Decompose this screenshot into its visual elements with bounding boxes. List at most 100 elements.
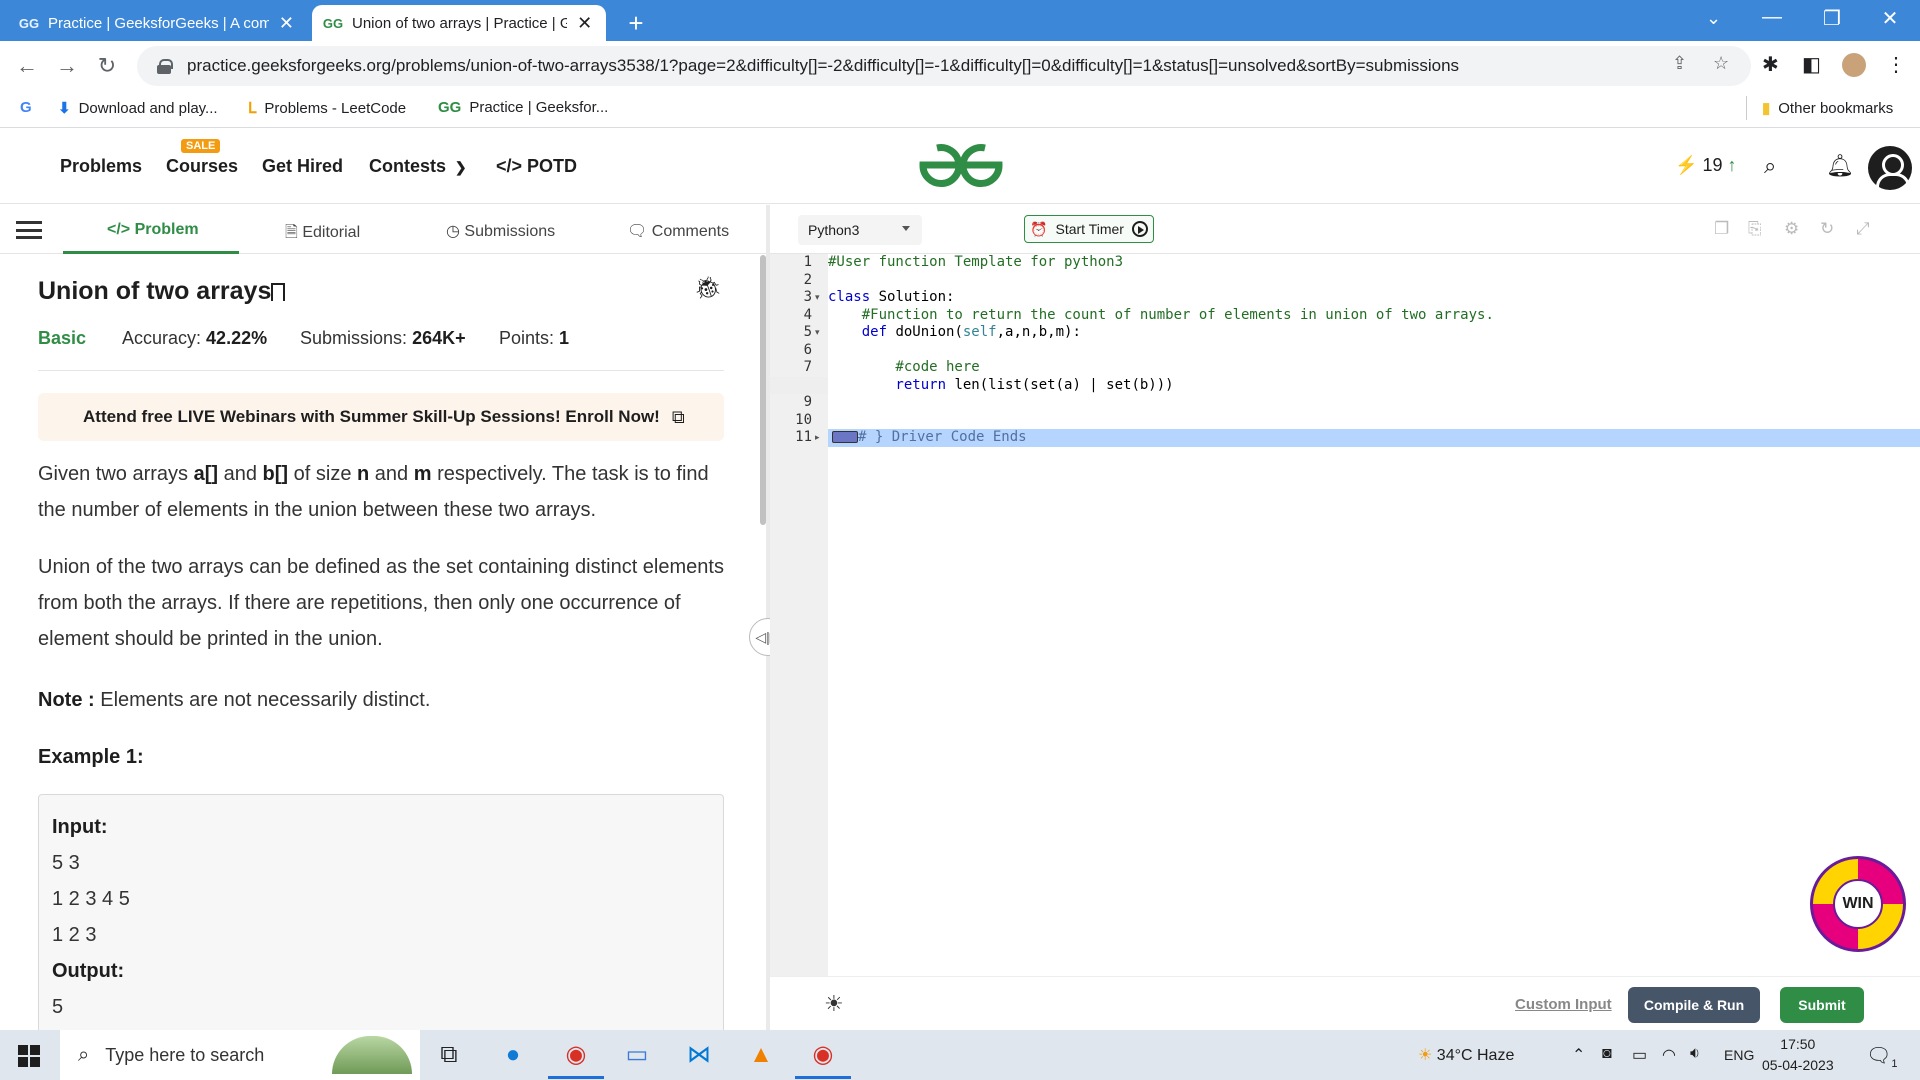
search-icon[interactable]: ⌕: [1764, 153, 1776, 179]
tab-comments[interactable]: 🗨 Comments: [627, 221, 729, 241]
paste-icon[interactable]: ⎘: [1748, 219, 1762, 239]
start-timer-button[interactable]: ⏰ Start Timer: [1024, 215, 1154, 243]
fold-arrow-icon[interactable]: ▸: [815, 429, 820, 447]
line-number: 9: [803, 394, 812, 410]
submit-button[interactable]: Submit: [1780, 987, 1864, 1023]
bookmark-gfg[interactable]: GG Practice | Geeksfor...: [438, 99, 608, 116]
bell-icon[interactable]: 🔔︎: [1826, 153, 1854, 179]
nav-potd[interactable]: </> POTD: [496, 156, 577, 177]
folded-code-icon[interactable]: [832, 431, 858, 443]
close-icon[interactable]: ✕: [575, 13, 594, 34]
close-icon[interactable]: ✕: [277, 13, 296, 34]
code-comment: #User function Template for python3: [828, 254, 1124, 270]
user-avatar[interactable]: [1868, 146, 1912, 190]
browser-tab-practice[interactable]: GG Practice | GeeksforGeeks | A com ✕: [8, 5, 308, 41]
sun-icon: ☀: [1418, 1047, 1433, 1064]
taskbar: ⌕ Type here to search ⧉ ● ◉ ▭ ⋈ ▲ ◉ ☀ 34…: [0, 1030, 1920, 1080]
line-number: 5: [803, 324, 812, 340]
banner-text: Attend free LIVE Webinars with Summer Sk…: [83, 407, 660, 426]
vlc-icon[interactable]: ▲: [744, 1040, 778, 1070]
camera-icon[interactable]: ◙: [1602, 1045, 1612, 1063]
taskbar-search[interactable]: ⌕ Type here to search: [60, 1030, 420, 1080]
tab-search-icon[interactable]: ⌄: [1706, 8, 1721, 29]
language-select[interactable]: Python3: [798, 215, 922, 245]
line-number: 3: [803, 289, 812, 305]
comment-icon: 🗨: [627, 223, 648, 240]
bug-report-icon[interactable]: 🐞︎: [694, 275, 722, 301]
battery-icon[interactable]: ▭: [1632, 1045, 1647, 1065]
nav-potd-label: POTD: [527, 156, 578, 176]
editor-footer: ☀ Custom Input Compile & Run Submit: [770, 976, 1920, 1030]
volume-icon[interactable]: 🔉︎: [1690, 1045, 1700, 1063]
task-view-icon[interactable]: ⧉: [432, 1040, 466, 1070]
bookmark-leetcode[interactable]: ᒪ Problems - LeetCode: [248, 99, 406, 118]
fold-arrow-icon[interactable]: ▾: [815, 289, 820, 307]
share-icon[interactable]: ⇪: [1672, 53, 1687, 74]
profile-avatar[interactable]: [1842, 53, 1866, 77]
restore-icon[interactable]: ❐: [1812, 6, 1852, 31]
input-label: Input:: [52, 816, 108, 838]
notification-icon[interactable]: 🗨1: [1866, 1043, 1898, 1070]
example-heading: Example 1:: [38, 746, 144, 768]
back-icon[interactable]: ←: [12, 51, 42, 81]
menu-icon[interactable]: ⋮: [1886, 52, 1906, 77]
reload-icon[interactable]: ↻: [92, 51, 122, 81]
vscode-icon[interactable]: ⋈: [682, 1040, 716, 1070]
bookmark-icon[interactable]: [271, 283, 285, 301]
nav-problems[interactable]: Problems: [60, 156, 142, 177]
forward-icon[interactable]: →: [52, 51, 82, 81]
bookmark-download[interactable]: ⬇ Download and play...: [58, 99, 218, 118]
webinar-banner[interactable]: Attend free LIVE Webinars with Summer Sk…: [38, 393, 724, 441]
browser-toolbar: ← → ↻ practice.geeksforgeeks.org/problem…: [0, 41, 1920, 90]
code-comment: # } Driver Code Ends: [858, 429, 1027, 445]
other-bookmarks-label: Other bookmarks: [1778, 99, 1894, 117]
address-bar[interactable]: practice.geeksforgeeks.org/problems/unio…: [137, 46, 1751, 86]
search-placeholder: Type here to search: [105, 1044, 265, 1065]
weather-widget[interactable]: ☀ 34°C Haze: [1418, 1045, 1514, 1065]
google-icon[interactable]: G: [20, 99, 40, 116]
extensions-icon[interactable]: ✱: [1762, 52, 1779, 77]
custom-input-link[interactable]: Custom Input: [1515, 996, 1612, 1013]
code-text: Solution:: [870, 289, 955, 305]
code-icon: </>: [496, 156, 523, 176]
gfg-logo[interactable]: [917, 140, 1005, 190]
active-tab-indicator: [63, 251, 239, 254]
compile-run-button[interactable]: Compile & Run: [1628, 987, 1760, 1023]
line-number: 2: [803, 271, 812, 288]
settings-icon[interactable]: ⚙: [1784, 219, 1799, 239]
chrome-icon[interactable]: ◉: [559, 1040, 593, 1070]
fold-arrow-icon[interactable]: ▾: [815, 324, 820, 342]
tab-problem[interactable]: </> Problem: [107, 221, 199, 239]
new-tab-button[interactable]: +: [620, 8, 652, 39]
wifi-icon[interactable]: ◠: [1662, 1045, 1676, 1065]
windows-start-icon[interactable]: [18, 1045, 40, 1067]
other-bookmarks[interactable]: ▮ Other bookmarks: [1762, 99, 1894, 118]
chevron-up-icon[interactable]: ⌃: [1572, 1045, 1585, 1065]
accuracy-stat: Accuracy: 42.22%: [122, 328, 267, 349]
submissions-stat: Submissions: 264K+: [300, 328, 466, 349]
fullscreen-icon[interactable]: ⤢: [1856, 219, 1870, 239]
star-icon[interactable]: ☆: [1713, 53, 1729, 74]
streak-counter[interactable]: ⚡ 19 ↑: [1675, 155, 1736, 176]
tab-editorial[interactable]: 🗎 Editorial: [285, 221, 360, 248]
computer-icon[interactable]: ▭: [620, 1040, 654, 1070]
copy-icon[interactable]: ❐: [1714, 219, 1729, 239]
nav-courses[interactable]: Courses: [166, 156, 238, 177]
browser-tab-union[interactable]: GG Union of two arrays | Practice | Gr ✕: [312, 5, 606, 41]
nav-get-hired[interactable]: Get Hired: [262, 156, 343, 177]
code-keyword: class: [828, 289, 871, 305]
edge-icon[interactable]: ●: [496, 1040, 530, 1070]
reset-icon[interactable]: ↻: [1820, 219, 1834, 239]
code-editor[interactable]: #User function Template for python3 clas…: [828, 254, 1920, 976]
nav-contests[interactable]: Contests ❯: [369, 156, 467, 177]
hamburger-icon[interactable]: [16, 221, 42, 239]
language-indicator[interactable]: ENG: [1724, 1047, 1754, 1063]
tab-submissions[interactable]: ◷ Submissions: [446, 221, 555, 241]
lightbulb-icon[interactable]: ☀: [824, 991, 844, 1017]
clock[interactable]: 17:50 05-04-2023: [1762, 1034, 1834, 1076]
chrome-profile-icon[interactable]: ◉: [806, 1040, 840, 1070]
close-window-icon[interactable]: ✕: [1870, 6, 1910, 31]
minimize-icon[interactable]: —: [1752, 6, 1792, 29]
win-wheel-widget[interactable]: WIN: [1810, 856, 1906, 952]
side-panel-icon[interactable]: ◧: [1802, 52, 1821, 77]
